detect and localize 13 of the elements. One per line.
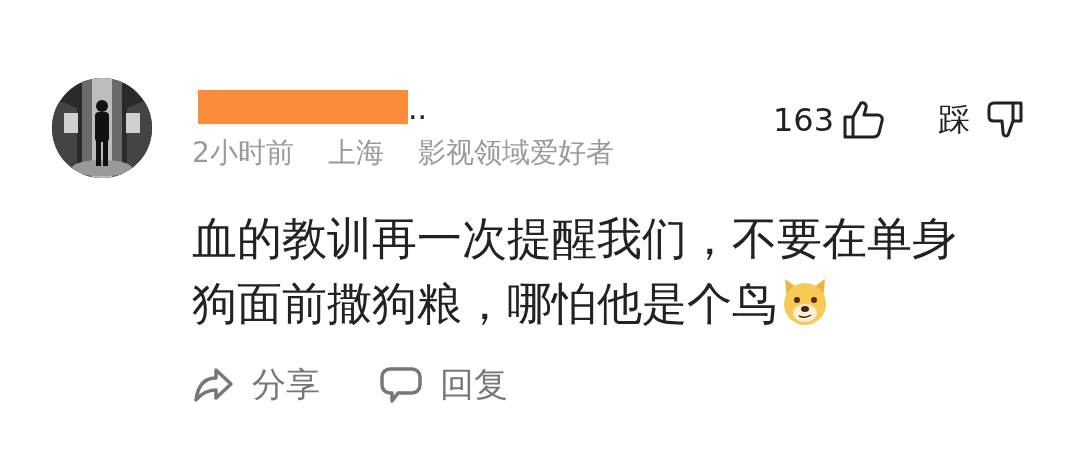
like-count: 163 [772,101,834,139]
post-time: 2小时前 [192,135,294,171]
thumbs-down-icon[interactable] [986,100,1024,140]
dislike-label[interactable]: 踩 [938,98,970,142]
thumbs-up-icon[interactable] [842,100,884,140]
comment-text: 血的教训再一次提醒我们，不要在单身狗面前撒狗粮，哪怕他是个鸟 [192,211,958,332]
user-title: 影视领域爱好者 [417,135,614,171]
share-button[interactable]: 分享 [192,362,320,408]
username[interactable]: .. [408,94,428,124]
reply-button[interactable]: 回复 [380,362,508,408]
location: 上海 [327,135,384,171]
share-icon [192,366,234,404]
comment-icon [380,365,422,405]
